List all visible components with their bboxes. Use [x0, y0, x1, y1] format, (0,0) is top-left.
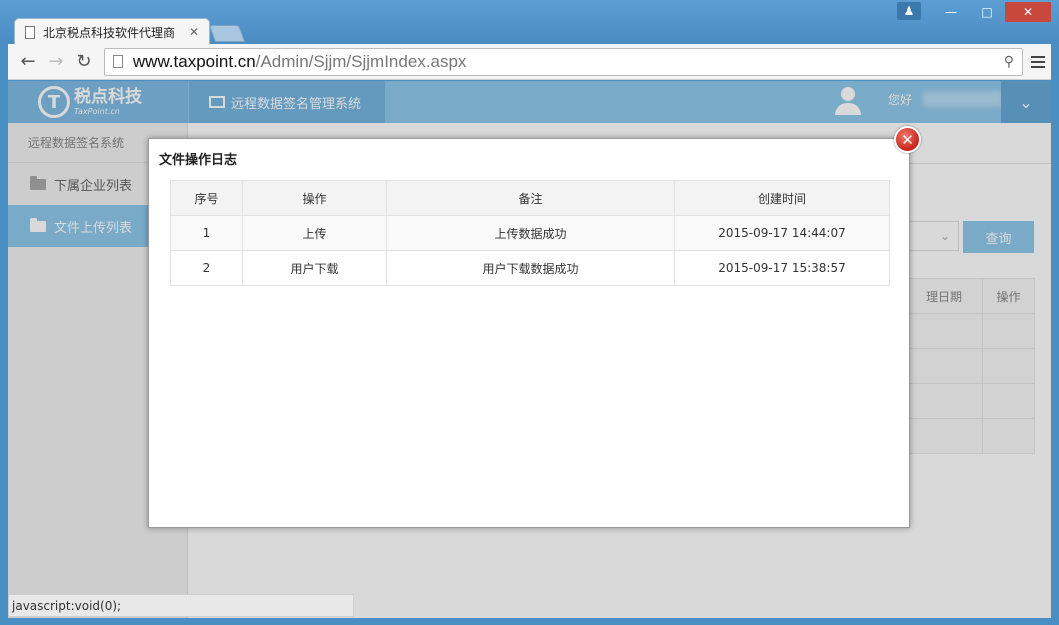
reload-icon[interactable]: ↻ [70, 48, 98, 76]
table-row: 1 上传 上传数据成功 2015-09-17 14:44:07 [170, 215, 890, 251]
new-tab-button[interactable] [208, 25, 246, 42]
column-header-created: 创建时间 [674, 180, 890, 216]
browser-titlebar: 北京税点科技软件代理商 ✕ ♟ — □ ✕ [0, 0, 1059, 45]
close-icon[interactable]: ✕ [189, 25, 199, 39]
dialog-close-icon[interactable]: ✕ [894, 126, 921, 153]
tab-title: 北京税点科技软件代理商 [43, 25, 176, 40]
cell-created: 2015-09-17 15:38:57 [674, 250, 890, 286]
url-path: /Admin/Sjjm/SjjmIndex.aspx [255, 51, 467, 71]
maximize-button[interactable]: □ [969, 2, 1005, 22]
cell-no: 1 [170, 215, 243, 251]
browser-toolbar: ← → ↻ www.taxpoint.cn/Admin/Sjjm/SjjmInd… [8, 44, 1051, 80]
key-icon[interactable]: ⚲ [1004, 53, 1014, 70]
hamburger-menu-icon[interactable] [1030, 55, 1045, 68]
dialog-title: 文件操作日志 [159, 153, 238, 168]
user-icon[interactable]: ♟ [897, 2, 921, 20]
status-bar: javascript:void(0); [8, 594, 354, 617]
page-icon [25, 25, 35, 39]
url-host: www.taxpoint.cn [132, 51, 256, 71]
page-icon [112, 55, 123, 68]
column-header-no: 序号 [170, 180, 243, 216]
window-controls: ♟ — □ ✕ [897, 2, 1051, 22]
column-header-note: 备注 [386, 180, 675, 216]
file-log-dialog: 文件操作日志 序号 操作 备注 创建时间 1 上传 上传数据成功 2015-09… [148, 138, 910, 528]
minimize-button[interactable]: — [933, 2, 969, 22]
cell-note: 上传数据成功 [386, 215, 675, 251]
cell-action: 用户下载 [242, 250, 387, 286]
cell-note: 用户下载数据成功 [386, 250, 675, 286]
window-close-button[interactable]: ✕ [1005, 2, 1051, 22]
back-arrow-icon[interactable]: ← [14, 48, 42, 76]
forward-arrow-icon[interactable]: → [42, 48, 70, 76]
table-row: 2 用户下载 用户下载数据成功 2015-09-17 15:38:57 [170, 250, 890, 286]
cell-no: 2 [170, 250, 243, 286]
browser-tab[interactable]: 北京税点科技软件代理商 ✕ [14, 18, 210, 45]
address-bar[interactable]: www.taxpoint.cn/Admin/Sjjm/SjjmIndex.asp… [103, 47, 1023, 76]
column-header-action: 操作 [242, 180, 387, 216]
log-table: 序号 操作 备注 创建时间 1 上传 上传数据成功 2015-09-17 14:… [170, 180, 890, 286]
cell-created: 2015-09-17 14:44:07 [674, 215, 890, 251]
cell-action: 上传 [242, 215, 387, 251]
